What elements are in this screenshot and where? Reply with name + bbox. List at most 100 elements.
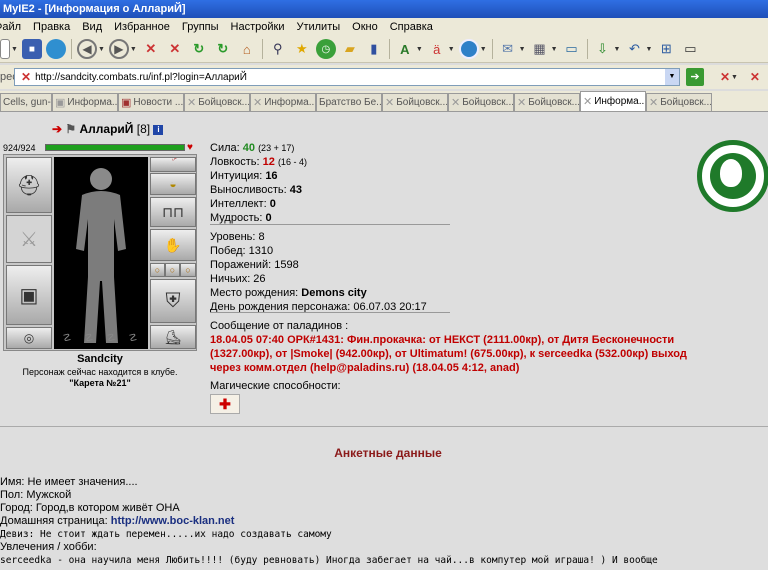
amulet-mini-icon: ☡ bbox=[84, 333, 94, 344]
menu-favorites[interactable]: Избранное bbox=[108, 21, 176, 33]
tab-6[interactable]: Братство Бе... bbox=[316, 93, 382, 111]
ring-slot-2[interactable]: ○ bbox=[165, 263, 180, 277]
menu-view[interactable]: Вид bbox=[76, 21, 108, 33]
tab-close-icon: ✕ bbox=[385, 97, 395, 109]
bracers-slot[interactable]: ⊓⊓ bbox=[150, 197, 196, 227]
tab-9[interactable]: ✕ Бойцовск... bbox=[514, 93, 580, 111]
character-silhouette bbox=[54, 157, 148, 349]
address-label: рес bbox=[0, 71, 14, 83]
tab-10-active[interactable]: ✕ Информа... bbox=[580, 91, 646, 111]
back-dropdown-icon[interactable]: ▼ bbox=[98, 46, 105, 53]
menu-help[interactable]: Справка bbox=[384, 21, 439, 33]
amulet-slot[interactable]: ◒ bbox=[150, 173, 196, 195]
globe-save-icon[interactable] bbox=[45, 39, 66, 59]
back-icon[interactable]: ◀ bbox=[76, 39, 97, 59]
menu-groups[interactable]: Группы bbox=[176, 21, 225, 33]
tab-5[interactable]: ✕ Информа... bbox=[250, 93, 316, 111]
close-all-icon[interactable]: ✕ bbox=[718, 70, 732, 84]
menu-settings[interactable]: Настройки bbox=[225, 21, 291, 33]
globe-dropdown-icon[interactable]: ▼ bbox=[480, 46, 487, 53]
tab-1[interactable]: Cells, gun-ti bbox=[0, 93, 52, 111]
heart-icon: ♥ bbox=[187, 142, 193, 153]
magic-scroll-icon[interactable]: ✚ bbox=[210, 394, 240, 414]
window-title: MyIE2 - [Информация о АллариЙ] bbox=[0, 0, 768, 18]
city-name: Sandcity bbox=[77, 353, 123, 365]
profile-hobbies: Увлечения / хобби: bbox=[0, 541, 97, 553]
address-input[interactable]: ✕ http://sandcity.combats.ru/inf.pl?logi… bbox=[14, 68, 680, 86]
download-dropdown-icon[interactable]: ▼ bbox=[614, 46, 621, 53]
home-icon[interactable]: ⌂ bbox=[237, 39, 257, 59]
ring-slot-1[interactable]: ○ bbox=[150, 263, 165, 277]
save-icon[interactable]: ■ bbox=[21, 39, 42, 59]
magic-label: Магические способности: bbox=[210, 380, 341, 392]
menu-edit[interactable]: Правка bbox=[27, 21, 76, 33]
tab-4[interactable]: ✕ Бойцовск... bbox=[184, 93, 250, 111]
menu-file[interactable]: Файл bbox=[0, 21, 27, 33]
gloves-slot[interactable]: ✋ bbox=[150, 229, 196, 261]
new-window-icon[interactable]: ⊞ bbox=[656, 39, 676, 59]
tab-11[interactable]: ✕ Бойцовск... bbox=[646, 93, 712, 111]
undo-icon[interactable]: ↶ bbox=[624, 39, 644, 59]
earrings-slot[interactable]: ۜ ۜ bbox=[150, 157, 196, 172]
font-size-dropdown-icon[interactable]: ▼ bbox=[416, 46, 423, 53]
helmet-slot[interactable]: ⛑ bbox=[6, 157, 52, 213]
amulet-mini-icon: ☡ bbox=[128, 333, 138, 344]
stop-page-icon[interactable]: ✕ bbox=[748, 70, 762, 84]
tab-page-icon: ▣ bbox=[55, 97, 66, 109]
new-page-icon[interactable] bbox=[0, 39, 10, 59]
record-level: Уровень: 8 bbox=[210, 231, 265, 243]
homepage-link[interactable]: http://www.boc-klan.net bbox=[111, 515, 235, 527]
window-icon[interactable]: ▭ bbox=[562, 39, 582, 59]
record-wins: Побед: 1310 bbox=[210, 245, 274, 257]
stats-block: Сила: 40 (23 + 17) Ловкость: 12 (16 - 4)… bbox=[210, 141, 460, 225]
proxy-dropdown-icon[interactable]: ▼ bbox=[551, 46, 558, 53]
page-content: ➔ ⚑ АллариЙ [8] i 924/924 ♥ ⛑ ⚔ ▣ ◎ ۜ ۜ … bbox=[0, 112, 768, 570]
new-page-dropdown-icon[interactable]: ▼ bbox=[11, 46, 18, 53]
forward-icon[interactable]: ▶ bbox=[108, 39, 129, 59]
profile-city: Город: Город,в котором живёт ОНА bbox=[0, 502, 180, 514]
refresh-all-icon[interactable]: ↻ bbox=[213, 39, 233, 59]
shield-slot[interactable]: ⛨ bbox=[150, 279, 196, 323]
tab-7[interactable]: ✕ Бойцовск... bbox=[382, 93, 448, 111]
arrow-icon: ➔ bbox=[52, 122, 63, 136]
favorites-star-icon[interactable]: ★ bbox=[292, 39, 312, 59]
more-icon[interactable]: ▭ bbox=[680, 39, 700, 59]
stat-agility: Ловкость: 12 (16 - 4) bbox=[210, 156, 307, 168]
refresh-icon[interactable]: ↻ bbox=[189, 39, 209, 59]
history-icon[interactable]: ◷ bbox=[315, 39, 336, 59]
close-dropdown-icon[interactable]: ▼ bbox=[731, 74, 738, 81]
tab-2[interactable]: ▣ Информа... bbox=[52, 93, 118, 111]
go-button[interactable]: ➔ bbox=[686, 68, 704, 86]
ring-slot-3[interactable]: ○ bbox=[180, 263, 196, 277]
address-dropdown-icon[interactable]: ▼ bbox=[665, 69, 679, 85]
address-url[interactable]: http://sandcity.combats.ru/inf.pl?login=… bbox=[35, 72, 665, 83]
paladin-line-1: 18.04.05 07:40 ОРК#1431: Фин.прокачка: о… bbox=[210, 334, 675, 346]
armor-slot[interactable]: ▣ bbox=[6, 265, 52, 325]
tab-8[interactable]: ✕ Бойцовск... bbox=[448, 93, 514, 111]
search-icon[interactable]: ⚲ bbox=[268, 39, 288, 59]
undo-dropdown-icon[interactable]: ▼ bbox=[645, 46, 652, 53]
info-icon[interactable]: i bbox=[153, 124, 164, 135]
menu-tools[interactable]: Утилиты bbox=[290, 21, 346, 33]
menu-window[interactable]: Окно bbox=[346, 21, 384, 33]
clan-icon: ⚑ bbox=[65, 122, 77, 136]
forward-dropdown-icon[interactable]: ▼ bbox=[130, 46, 137, 53]
stop-all-icon[interactable]: ✕ bbox=[165, 39, 185, 59]
mail-icon[interactable]: ✉ bbox=[498, 39, 518, 59]
font-size-icon[interactable]: A bbox=[395, 39, 415, 59]
encoding-dropdown-icon[interactable]: ▼ bbox=[448, 46, 455, 53]
boots-slot[interactable]: ⛸ bbox=[150, 325, 196, 349]
stop-icon[interactable]: ✕ bbox=[141, 39, 161, 59]
proxy-icon[interactable]: ▦ bbox=[530, 39, 550, 59]
book-icon[interactable]: ▮ bbox=[364, 39, 384, 59]
mail-dropdown-icon[interactable]: ▼ bbox=[519, 46, 526, 53]
clan-emblem-icon[interactable] bbox=[697, 140, 768, 212]
belt-slot[interactable]: ◎ bbox=[6, 327, 52, 349]
encoding-icon[interactable]: ä bbox=[427, 39, 447, 59]
download-icon[interactable]: ⇩ bbox=[593, 39, 613, 59]
folder-icon[interactable]: ▰ bbox=[340, 39, 360, 59]
profile-hobby-text: serceedka - она научила меня Любить!!!! … bbox=[0, 555, 658, 566]
internet-globe-icon[interactable] bbox=[458, 39, 479, 59]
tab-3[interactable]: ▣ Новости ... bbox=[118, 93, 184, 111]
weapon-slot-empty[interactable]: ⚔ bbox=[6, 215, 52, 263]
